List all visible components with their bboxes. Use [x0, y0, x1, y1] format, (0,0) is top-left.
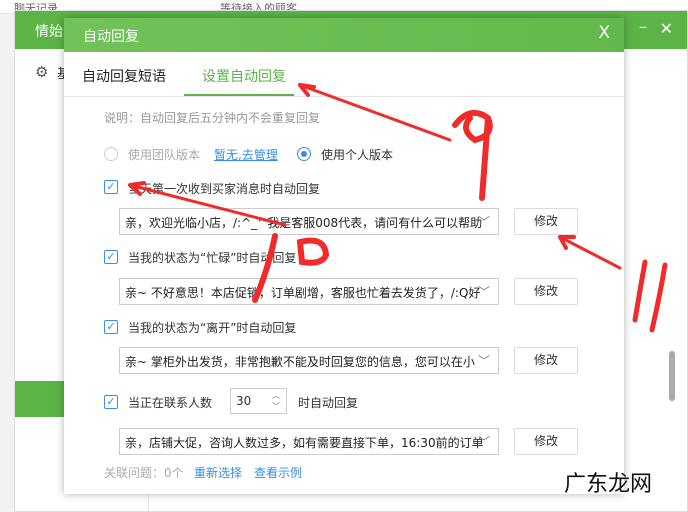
count-value: 30 — [236, 394, 252, 408]
checkbox-away[interactable]: ✓ — [104, 320, 118, 334]
related-questions: 关联问题：0个 — [104, 466, 184, 480]
rule-label: 当正在联系人数 — [128, 396, 213, 410]
close-icon[interactable]: ✕ — [660, 19, 673, 38]
reply-text: 亲，店铺大促，咨询人数过多，如有需要直接下单，16:30前的订单 — [125, 436, 484, 450]
reply-select[interactable]: 亲~ 掌柜外出发货，非常抱歉不能及时回复您的信息，您可以在小 ﹀ — [119, 347, 499, 374]
reply-select[interactable]: 亲，欢迎光临小店，/:^_^我是客服008代表，请问有什么可以帮助 ﹀ — [119, 208, 499, 235]
reply-text: 亲，欢迎光临小店，/:^_^我是客服008代表，请问有什么可以帮助 — [125, 216, 483, 230]
reselect-link[interactable]: 重新选择 — [194, 464, 242, 481]
rule-label-suffix: 时自动回复 — [298, 396, 359, 410]
checkbox-busy[interactable]: ✓ — [104, 250, 118, 264]
checkbox-first-message[interactable]: ✓ — [104, 180, 118, 194]
rule-label: 当我的状态为“忙碌”时自动回复 — [128, 251, 297, 265]
chevron-down-icon: ﹀ — [477, 354, 490, 368]
tab-auto-reply-phrases[interactable]: 自动回复短语 — [82, 66, 166, 86]
reply-text: 亲~ 不好意思！本店促销，订单剧增，客服也忙着去发货了，/:Q好 — [125, 286, 481, 300]
auto-reply-dialog: 自动回复 X 自动回复短语 设置自动回复 说明：自动回复后五分钟内不会重复回复 … — [64, 18, 624, 494]
edit-button[interactable]: 修改 — [514, 278, 578, 305]
stepper-arrows-icon[interactable]: ︿ ﹀ — [272, 390, 280, 412]
dialog-header: 自动回复 X — [64, 18, 624, 52]
chevron-down-icon: ﹀ — [477, 215, 490, 229]
watermark-logo: 广东龙网 — [564, 472, 653, 497]
radio-personal-label: 使用个人版本 — [321, 148, 394, 162]
tab-set-auto-reply[interactable]: 设置自动回复 — [202, 66, 286, 86]
scrollbar[interactable] — [669, 351, 675, 401]
tab-bar: 自动回复短语 设置自动回复 — [64, 52, 624, 97]
dialog-title: 自动回复 — [83, 29, 139, 45]
minimize-icon[interactable]: – — [639, 17, 647, 36]
close-icon[interactable]: X — [598, 23, 610, 43]
active-tab-indicator — [184, 94, 294, 96]
background-window-title: 情始 — [35, 24, 63, 40]
radio-personal-version[interactable] — [297, 147, 311, 161]
gear-icon: ⚙ — [35, 63, 49, 81]
view-example-link[interactable]: 查看示例 — [254, 464, 302, 481]
chevron-down-icon: ﹀ — [477, 435, 490, 449]
reply-select[interactable]: 亲，店铺大促，咨询人数过多，如有需要直接下单，16:30前的订单 ﹀ — [119, 428, 499, 455]
reply-text: 亲~ 掌柜外出发货，非常抱歉不能及时回复您的信息，您可以在小 — [125, 355, 475, 369]
team-manage-link[interactable]: 暂无,去管理 — [214, 146, 278, 163]
edit-button[interactable]: 修改 — [514, 428, 578, 455]
chevron-down-icon: ﹀ — [477, 285, 490, 299]
checkbox-contact-count[interactable]: ✓ — [104, 395, 118, 409]
radio-team-label: 使用团队版本 — [128, 148, 201, 162]
rule-label: 当天第一次收到买家消息时自动回复 — [128, 182, 321, 196]
radio-team-version[interactable] — [104, 147, 118, 161]
note-text: 说明：自动回复后五分钟内不会重复回复 — [104, 111, 321, 125]
rule-label: 当我的状态为“离开”时自动回复 — [128, 321, 297, 335]
edit-button[interactable]: 修改 — [514, 208, 578, 235]
reply-select[interactable]: 亲~ 不好意思！本店促销，订单剧增，客服也忙着去发货了，/:Q好 ﹀ — [119, 278, 499, 305]
edit-button[interactable]: 修改 — [514, 347, 578, 374]
contact-count-stepper[interactable]: 30 ︿ ﹀ — [230, 388, 287, 414]
